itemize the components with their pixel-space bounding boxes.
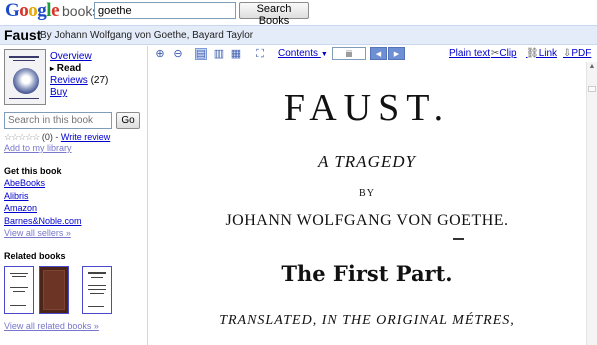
nav-read-current: Read xyxy=(56,63,82,74)
chevron-down-icon: ▼ xyxy=(320,51,328,58)
thumbnail-view-icon[interactable]: ▦ xyxy=(230,48,242,60)
zoom-in-icon[interactable]: ⊕ xyxy=(154,48,166,60)
page-scrollbar[interactable]: ▲ xyxy=(586,62,597,345)
seller-list: AbeBooks Alibris Amazon Barnes&Noble.com… xyxy=(4,177,82,240)
page-number-input[interactable] xyxy=(332,47,366,60)
write-review-link[interactable]: Write review xyxy=(61,132,110,142)
view-all-sellers-link[interactable]: View all sellers » xyxy=(4,228,71,238)
related-book-thumbnail[interactable] xyxy=(39,266,69,314)
get-book-heading: Get this book xyxy=(4,166,62,176)
link-label: Link xyxy=(538,48,558,59)
book-cover-thumbnail[interactable] xyxy=(4,49,46,105)
add-to-library-link[interactable]: Add to my library xyxy=(4,143,72,153)
two-page-view-icon[interactable]: ▥ xyxy=(213,48,225,60)
rating-count: (0) - xyxy=(41,132,59,142)
sidebar: Overview ▸ Read Reviews (27) Buy Go ☆☆☆☆… xyxy=(0,46,148,345)
nav-reviews-link[interactable]: Reviews xyxy=(50,75,88,86)
book-nav: Overview ▸ Read Reviews (27) Buy xyxy=(50,51,108,99)
book-title-bar: Faust By Johann Wolfgang von Goethe, Bay… xyxy=(0,25,597,45)
search-in-book-input[interactable] xyxy=(4,112,112,129)
link-icon: ⛓ xyxy=(526,48,539,59)
contents-dropdown[interactable]: Contents ▼ xyxy=(278,48,328,59)
book-page-viewer[interactable]: FAUST. A TRAGEDY BY JOHANN WOLFGANG VON … xyxy=(149,62,585,345)
related-book-thumbnail[interactable] xyxy=(82,266,112,314)
pdf-button[interactable]: ⇩PDF xyxy=(563,48,591,59)
seller-link[interactable]: AbeBooks xyxy=(4,178,45,188)
top-bar: Google books Search Books xyxy=(0,0,597,27)
clip-button[interactable]: ✂Clip xyxy=(491,48,517,59)
page-part-text: The First Part. xyxy=(281,261,453,286)
google-books-logo[interactable]: Google books xyxy=(5,0,99,22)
search-in-book-go-button[interactable]: Go xyxy=(116,112,140,129)
current-arrow-icon: ▸ xyxy=(50,64,55,73)
related-books-heading: Related books xyxy=(4,251,66,261)
related-book-thumbnail[interactable] xyxy=(4,266,34,314)
scrollbar-thumb[interactable] xyxy=(588,86,596,92)
page-title-text: FAUST. xyxy=(283,87,451,129)
book-title: Faust xyxy=(4,27,42,43)
nav-buy-link[interactable]: Buy xyxy=(50,87,67,98)
page-by-text: BY xyxy=(359,188,375,199)
link-button[interactable]: ⛓Link xyxy=(526,48,557,59)
page-ink-mark xyxy=(453,238,464,240)
google-logo-text: Google xyxy=(5,0,59,21)
rating-stars-icon: ☆☆☆☆☆ xyxy=(4,132,40,142)
clip-label: Clip xyxy=(499,48,517,59)
search-input[interactable] xyxy=(94,2,236,19)
fullscreen-icon[interactable]: ⛶ xyxy=(254,48,266,60)
pdf-label: PDF xyxy=(571,48,592,59)
viewer-toolbar: ⊕ ⊖ ▤ ▥ ▦ ⛶ Contents ▼ ◀ ▶ Plain text ✂C… xyxy=(148,46,597,61)
previous-page-button[interactable]: ◀ xyxy=(370,47,387,60)
next-page-button[interactable]: ▶ xyxy=(388,47,405,60)
search-books-button[interactable]: Search Books xyxy=(239,2,309,27)
page-author-text: JOHANN WOLFGANG VON GOETHE. xyxy=(225,212,509,229)
reviews-count: (27) xyxy=(90,75,109,86)
page-subtitle-text: A TRAGEDY xyxy=(318,152,416,171)
scroll-up-icon[interactable]: ▲ xyxy=(587,62,597,72)
plain-text-link[interactable]: Plain text xyxy=(449,48,490,59)
seller-link[interactable]: Amazon xyxy=(4,203,37,213)
nav-overview-link[interactable]: Overview xyxy=(50,51,92,62)
single-page-view-icon[interactable]: ▤ xyxy=(195,48,207,60)
seller-link[interactable]: Barnes&Noble.com xyxy=(4,216,82,226)
zoom-out-icon[interactable]: ⊖ xyxy=(172,48,184,60)
rating-row: ☆☆☆☆☆ (0) - Write review xyxy=(4,132,110,143)
page-translated-text: TRANSLATED, IN THE ORIGINAL MÉTRES, xyxy=(219,313,515,328)
book-authors: By Johann Wolfgang von Goethe, Bayard Ta… xyxy=(40,30,254,41)
contents-label: Contents xyxy=(278,48,319,59)
seller-link[interactable]: Alibris xyxy=(4,191,29,201)
view-all-related-link[interactable]: View all related books » xyxy=(4,321,99,331)
